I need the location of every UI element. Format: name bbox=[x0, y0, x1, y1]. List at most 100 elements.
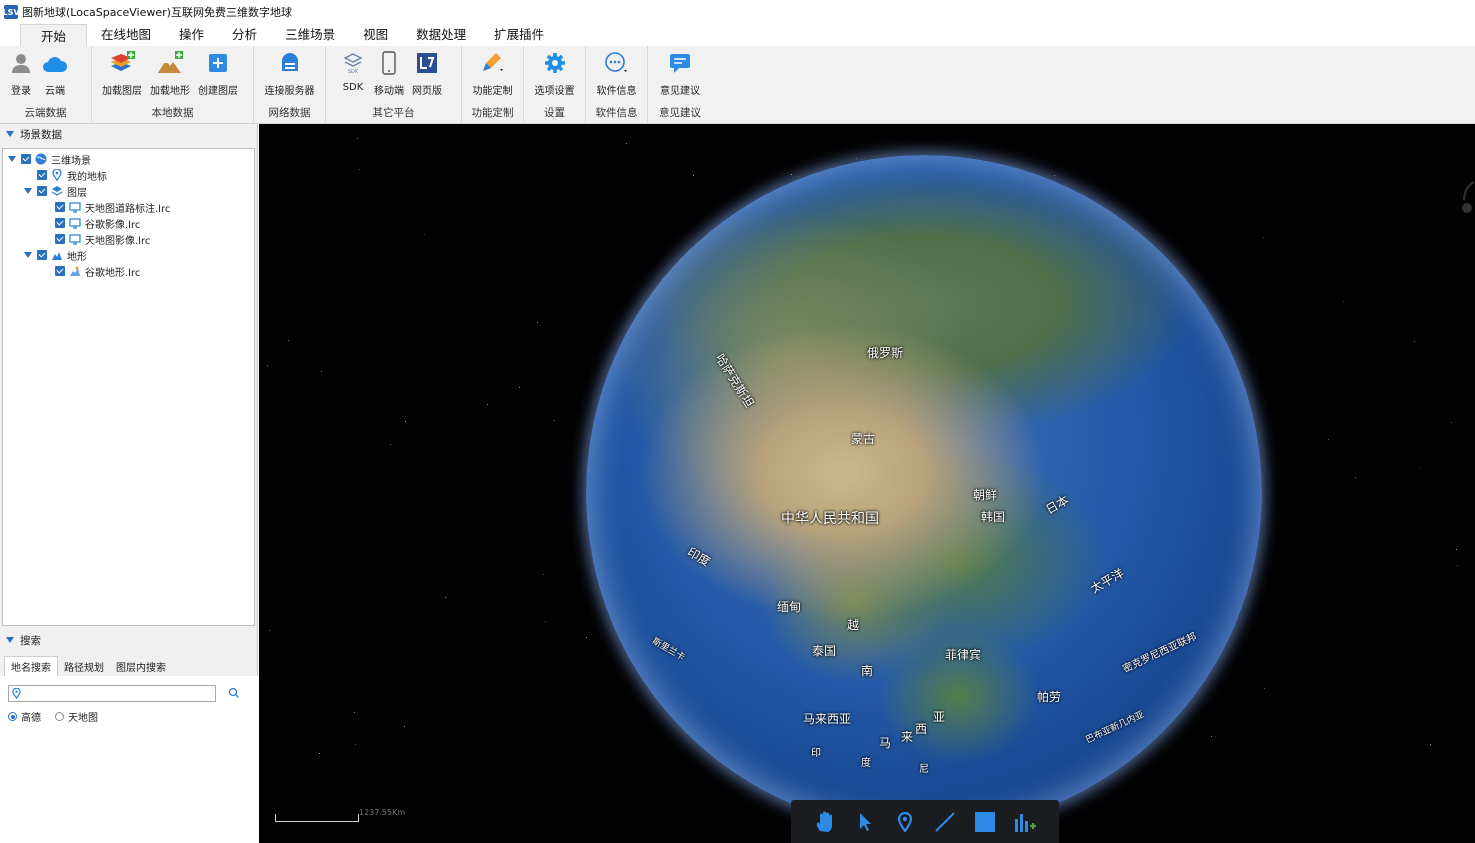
tree-item-layers[interactable]: 图层 bbox=[23, 183, 87, 199]
search-tabs: 地名搜索 路径规划 图层内搜索 bbox=[0, 656, 172, 676]
star bbox=[543, 574, 544, 575]
cloud-icon bbox=[42, 50, 68, 76]
radio-amap[interactable] bbox=[8, 712, 17, 721]
connect-server-button[interactable]: 连接服务器 bbox=[261, 50, 319, 97]
feedback-button[interactable]: 意见建议 bbox=[656, 50, 704, 97]
options-button[interactable]: 选项设置 bbox=[531, 50, 579, 97]
monitor-icon bbox=[69, 217, 81, 229]
layer-checkbox[interactable] bbox=[55, 202, 65, 212]
tree-item-my-landmarks[interactable]: 我的地标 bbox=[23, 167, 107, 183]
tree-item-google-terrain[interactable]: 谷歌地形.lrc bbox=[41, 263, 140, 279]
tree-item-tianditu-imagery[interactable]: 天地图影像.lrc bbox=[41, 231, 150, 247]
star bbox=[1457, 565, 1458, 566]
ribbon-group-network: 连接服务器 网络数据 bbox=[254, 46, 326, 124]
monitor-icon bbox=[69, 233, 81, 245]
star bbox=[1456, 549, 1457, 550]
star bbox=[355, 744, 356, 745]
draw-line-icon[interactable] bbox=[932, 809, 958, 835]
star bbox=[1355, 477, 1356, 478]
scene-panel-header[interactable]: 场景数据 bbox=[0, 124, 257, 144]
software-info-button[interactable]: 软件信息 bbox=[593, 50, 641, 97]
tree-item-terrain[interactable]: 地形 bbox=[23, 247, 87, 263]
sdk-layers-icon: SDK bbox=[340, 50, 366, 76]
web-version-button[interactable]: 网页版 bbox=[408, 50, 446, 97]
layer-checkbox[interactable] bbox=[37, 250, 47, 260]
expand-triangle-icon[interactable] bbox=[24, 252, 32, 258]
ribbon-group-local: 加载图层 加载地形 创建图层 本地数据 bbox=[92, 46, 254, 124]
chat-bubble-icon bbox=[667, 50, 693, 76]
star bbox=[404, 726, 405, 727]
star bbox=[1054, 175, 1055, 176]
search-input[interactable] bbox=[8, 685, 216, 702]
star bbox=[519, 387, 520, 388]
map-label: 马来西亚 bbox=[803, 712, 852, 726]
star bbox=[487, 404, 488, 405]
ribbon-group-customize: 功能定制 功能定制 bbox=[462, 46, 524, 124]
pointer-select-icon[interactable] bbox=[852, 809, 878, 835]
ribbon-group-settings: 选项设置 设置 bbox=[524, 46, 586, 124]
menu-tab-data-processing[interactable]: 数据处理 bbox=[402, 24, 480, 46]
hand-pan-icon[interactable] bbox=[812, 809, 838, 835]
ribbon-group-label: 意见建议 bbox=[659, 106, 701, 119]
plus-square-icon bbox=[205, 50, 231, 76]
collapse-triangle-icon bbox=[6, 131, 14, 137]
layer-checkbox[interactable] bbox=[55, 266, 65, 276]
layer-checkbox[interactable] bbox=[21, 154, 31, 164]
layer-checkbox[interactable] bbox=[37, 170, 47, 180]
pencil-ruler-icon bbox=[480, 50, 506, 76]
load-layer-button[interactable]: 加载图层 bbox=[98, 50, 146, 97]
expand-triangle-icon[interactable] bbox=[24, 188, 32, 194]
layer-checkbox[interactable] bbox=[55, 234, 65, 244]
analysis-chart-icon[interactable] bbox=[1012, 809, 1038, 835]
star bbox=[359, 169, 360, 170]
terrain-person-icon bbox=[69, 265, 81, 277]
star bbox=[1343, 301, 1344, 302]
load-terrain-button[interactable]: 加载地形 bbox=[146, 50, 194, 97]
search-icon[interactable] bbox=[228, 687, 240, 702]
layer-checkbox[interactable] bbox=[37, 186, 47, 196]
menu-tab-analysis[interactable]: 分析 bbox=[218, 24, 271, 46]
menu-tab-plugins[interactable]: 扩展插件 bbox=[480, 24, 558, 46]
ribbon-group-software-info: 软件信息 软件信息 bbox=[586, 46, 648, 124]
draw-polygon-icon[interactable] bbox=[972, 809, 998, 835]
map-pin-icon bbox=[12, 687, 21, 702]
layers-icon bbox=[51, 185, 63, 197]
title-bar: LSV 图新地球(LocaSpaceViewer)互联网免费三维数字地球 bbox=[0, 0, 1475, 24]
radio-tianditu[interactable] bbox=[55, 712, 64, 721]
layer-checkbox[interactable] bbox=[55, 218, 65, 228]
create-layer-button[interactable]: 创建图层 bbox=[194, 50, 242, 97]
menu-tab-view[interactable]: 视图 bbox=[349, 24, 402, 46]
globe-viewport[interactable]: 俄罗斯 哈萨克斯坦 蒙古 中华人民共和国 朝鲜 韩国 日本 太平洋 印度 缅甸 … bbox=[259, 124, 1475, 843]
star bbox=[1328, 439, 1329, 440]
cloud-button[interactable]: 云端 bbox=[38, 50, 72, 97]
star bbox=[545, 621, 546, 622]
tree-item-tianditu-road-labels[interactable]: 天地图道路标注.lrc bbox=[41, 199, 170, 215]
navigation-compass-icon[interactable] bbox=[1457, 180, 1475, 220]
place-mark-icon[interactable] bbox=[892, 809, 918, 835]
search-panel-header[interactable]: 搜索 bbox=[0, 630, 258, 650]
star bbox=[424, 234, 425, 235]
star bbox=[1430, 744, 1431, 745]
layers-add-icon bbox=[109, 50, 135, 76]
tree-item-google-imagery[interactable]: 谷歌影像.lrc bbox=[41, 215, 140, 231]
sdk-button[interactable]: SDK SDK bbox=[336, 50, 370, 93]
menu-tab-online-map[interactable]: 在线地图 bbox=[87, 24, 165, 46]
ribbon-group-feedback: 意见建议 意见建议 bbox=[648, 46, 712, 124]
map-label: 度 bbox=[861, 758, 871, 769]
star bbox=[537, 322, 538, 323]
map-label: 西 bbox=[915, 722, 928, 736]
menu-tab-3d-scene[interactable]: 三维场景 bbox=[271, 24, 349, 46]
menu-tab-operate[interactable]: 操作 bbox=[165, 24, 218, 46]
menu-tab-start[interactable]: 开始 bbox=[20, 24, 88, 46]
menu-bar: 开始 在线地图 操作 分析 三维场景 视图 数据处理 扩展插件 bbox=[0, 24, 1475, 46]
tree-item-3d-scene[interactable]: 三维场景 bbox=[7, 151, 91, 167]
left-panel: 场景数据 三维场景 我的地标 图层 天地图道路标注.lrc 谷歌影像.lrc 天… bbox=[0, 124, 258, 843]
login-button[interactable]: 登录 bbox=[4, 50, 38, 97]
tab-place-search[interactable]: 地名搜索 bbox=[4, 656, 58, 676]
tab-route-planning[interactable]: 路径规划 bbox=[58, 656, 110, 676]
expand-triangle-icon[interactable] bbox=[8, 156, 16, 162]
star bbox=[357, 138, 358, 139]
customize-button[interactable]: 功能定制 bbox=[469, 50, 517, 97]
mobile-button[interactable]: 移动端 bbox=[370, 50, 408, 97]
tab-in-layer-search[interactable]: 图层内搜索 bbox=[110, 656, 172, 676]
